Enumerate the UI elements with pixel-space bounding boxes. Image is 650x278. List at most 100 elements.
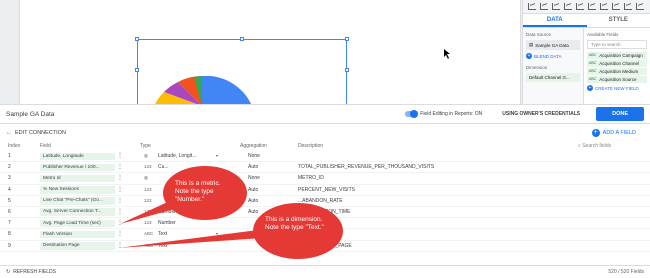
text-type-icon: ABC (589, 53, 597, 57)
add-field-label: ADD A FIELD (602, 129, 636, 136)
field-name-chip[interactable]: Avg. Server Connection T... (40, 208, 115, 216)
add-icon: + (587, 85, 593, 91)
resize-handle[interactable] (240, 37, 244, 41)
field-aggregation[interactable]: Auto (248, 209, 258, 215)
chevron-down-icon[interactable]: ▾ (216, 231, 218, 236)
field-name-chip[interactable]: Latitude, Longitude (40, 152, 115, 160)
resize-handle[interactable] (135, 37, 139, 41)
available-field-name: Acquisition Channel (599, 61, 639, 66)
tab-data[interactable]: DATA (523, 14, 587, 27)
table-row[interactable]: 4 % New Sessions ⋮ 123 Auto PERCENT_NEW_… (0, 185, 650, 196)
search-fields-placeholder: Search fields (582, 143, 612, 149)
col-aggregation: Aggregation (240, 143, 267, 149)
dimension-chip[interactable]: Default Channel G... (526, 73, 580, 82)
credentials-button[interactable]: USING OWNER'S CREDENTIALS (502, 111, 580, 117)
data-source-name: Sample GA Data (535, 42, 569, 48)
table-row[interactable]: 3 Metro Id ⋮ ◍ None METRO_ID (0, 173, 650, 185)
text-type-icon: ABC (589, 69, 597, 73)
available-field[interactable]: ABC Acquisition Source (587, 76, 647, 83)
table-row[interactable]: 1 Latitude, Longitude ⋮ ◍ Latitude, Long… (0, 151, 650, 163)
table-row[interactable]: 9 Destination Page ⋮ ABC Text ...DESTINA… (0, 241, 650, 252)
available-field[interactable]: ABC Acquisition Channel (587, 60, 647, 67)
field-name-chip[interactable]: Metro Id (40, 174, 115, 183)
combo-chart-icon[interactable] (636, 3, 644, 10)
line-chart-icon[interactable] (540, 3, 548, 10)
create-new-field-button[interactable]: + CREATE NEW FIELD (587, 85, 647, 91)
field-name-chip[interactable]: Live Chat "Pre-Chats" (Go... (40, 197, 115, 205)
done-button[interactable]: DONE (596, 107, 644, 121)
field-aggregation[interactable]: Auto (248, 198, 258, 204)
data-source-editor: Sample GA Data Field Editing in Reports:… (0, 104, 650, 278)
text-type-icon: ABC (589, 61, 597, 65)
more-options-icon[interactable]: ⋮ (117, 219, 123, 226)
resize-handle[interactable] (135, 68, 139, 72)
more-options-icon[interactable]: ⋮ (117, 230, 123, 237)
field-name-chip[interactable]: Destination Page (40, 242, 115, 250)
table-row[interactable]: 2 Publisher Revenue / 100... ⋮ 123 Cu...… (0, 162, 650, 174)
row-index: 5 (8, 197, 11, 204)
field-type[interactable]: Latitude, Longit... (158, 153, 196, 159)
field-aggregation[interactable]: Auto (248, 187, 258, 193)
tab-style[interactable]: STYLE (587, 14, 650, 27)
refresh-fields-label: REFRESH FIELDS (13, 269, 56, 275)
row-index: 8 (8, 231, 11, 238)
back-arrow-icon[interactable]: ← (6, 130, 12, 136)
field-name-chip[interactable]: Flash Version (40, 230, 115, 239)
bar-chart-icon[interactable] (564, 3, 572, 10)
resize-handle[interactable] (345, 37, 349, 41)
more-options-icon[interactable]: ⋮ (117, 197, 123, 204)
line-chart-icon[interactable] (624, 3, 632, 10)
globe-icon: ◍ (144, 153, 148, 158)
field-aggregation[interactable]: None (248, 153, 260, 159)
line-chart-icon[interactable] (576, 3, 584, 10)
field-description: ...DESTINATION_PAGE (298, 242, 352, 249)
more-options-icon[interactable]: ⋮ (117, 163, 123, 170)
field-type[interactable]: Text (158, 243, 167, 249)
available-field-name: Acquisition Campaign (599, 53, 643, 58)
pie-chart (154, 76, 252, 106)
number-type-icon: 123 (144, 220, 152, 226)
table-row[interactable]: 5 Live Chat "Pre-Chats" (Go... ⋮ 123 Aut… (0, 196, 650, 207)
edit-connection-button[interactable]: EDIT CONNECTION (15, 130, 592, 136)
scatter-chart-icon[interactable] (600, 3, 608, 10)
more-options-icon[interactable]: ⋮ (117, 174, 123, 181)
fields-search-input[interactable]: Type to search (587, 40, 647, 49)
field-editing-toggle[interactable] (405, 110, 419, 118)
globe-icon: ◍ (144, 175, 148, 181)
refresh-fields-button[interactable]: ↻ REFRESH FIELDS (6, 269, 608, 275)
field-name-chip[interactable]: % New Sessions (40, 186, 115, 194)
report-canvas (0, 0, 522, 106)
line-chart-icon[interactable] (612, 3, 620, 10)
mouse-cursor-icon (444, 49, 450, 59)
field-aggregation[interactable]: Auto (248, 164, 258, 170)
field-type[interactable]: Text (158, 231, 167, 237)
available-field[interactable]: ABC Acquisition Medium (587, 68, 647, 75)
field-name-chip[interactable]: Publisher Revenue / 100... (40, 163, 115, 172)
search-fields-input[interactable]: ⌕ Search fields (578, 143, 611, 149)
field-type[interactable]: Number (158, 220, 176, 226)
field-aggregation[interactable]: None (248, 175, 260, 181)
more-options-icon[interactable]: ⋮ (117, 208, 123, 215)
col-index: Index (8, 143, 21, 149)
line-chart-icon[interactable] (552, 3, 560, 10)
col-type: Type (140, 143, 151, 149)
more-options-icon[interactable]: ⋮ (117, 186, 123, 193)
blend-data-button[interactable]: + BLEND DATA (526, 53, 580, 59)
row-index: 3 (8, 175, 11, 182)
data-source-title: Sample GA Data (6, 110, 55, 118)
field-description: PERCENT_NEW_VISITS (298, 186, 355, 193)
data-source-chip[interactable]: ▤ Sample GA Data (526, 40, 580, 50)
available-field[interactable]: ABC Acquisition Campaign (587, 52, 647, 59)
field-name-chip[interactable]: Avg. Page Load Time (sec) (40, 219, 115, 228)
number-type-icon: 123 (144, 164, 152, 170)
area-chart-icon[interactable] (588, 3, 596, 10)
add-field-button[interactable]: + ADD A FIELD (591, 128, 636, 137)
more-options-icon[interactable]: ⋮ (117, 152, 123, 159)
field-type[interactable]: Cu... (158, 164, 169, 170)
resize-handle[interactable] (345, 68, 349, 72)
line-chart-icon[interactable] (528, 3, 536, 10)
text-type-icon: ABC (144, 231, 154, 237)
chevron-down-icon[interactable]: ▾ (216, 153, 218, 158)
more-options-icon[interactable]: ⋮ (117, 242, 123, 249)
field-type[interactable]: Number (158, 209, 176, 215)
